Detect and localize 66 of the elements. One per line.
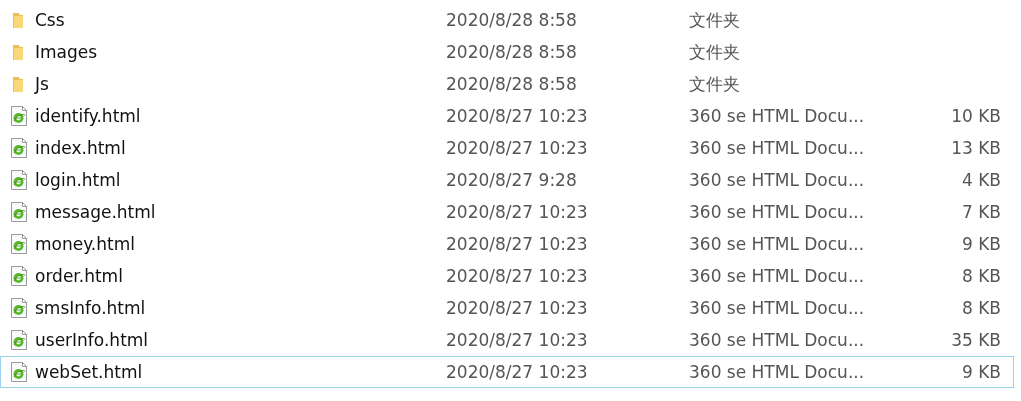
file-row[interactable]: Images 2020/8/28 8:58 文件夹 <box>0 36 1014 68</box>
file-type: 360 se HTML Docu... <box>689 362 865 382</box>
modified-date: 2020/8/27 10:23 <box>446 298 588 318</box>
html-file-icon <box>8 201 30 223</box>
file-type: 360 se HTML Docu... <box>689 330 865 350</box>
file-type: 360 se HTML Docu... <box>689 170 865 190</box>
modified-date: 2020/8/27 10:23 <box>446 266 588 286</box>
html-file-icon <box>8 361 30 383</box>
file-size: 13 KB <box>951 138 1001 158</box>
modified-date: 2020/8/28 8:58 <box>446 74 577 94</box>
file-name[interactable]: Js <box>35 74 49 94</box>
html-file-icon <box>8 297 30 319</box>
file-row[interactable]: smsInfo.html 2020/8/27 10:23 360 se HTML Docu... 8 KB <box>0 292 1014 324</box>
file-size: 9 KB <box>961 362 1001 382</box>
file-row[interactable]: Js 2020/8/28 8:58 文件夹 <box>0 68 1014 100</box>
file-size: 8 KB <box>961 298 1001 318</box>
file-size: 9 KB <box>961 234 1001 254</box>
modified-date: 2020/8/27 10:23 <box>446 330 588 350</box>
file-type: 360 se HTML Docu... <box>689 234 865 254</box>
file-name[interactable]: Images <box>35 42 98 62</box>
file-row[interactable]: message.html 2020/8/27 10:23 360 se HTML Docu... 7 KB <box>0 196 1014 228</box>
file-type: 360 se HTML Docu... <box>689 266 865 286</box>
modified-date: 2020/8/27 10:23 <box>446 106 588 126</box>
modified-date: 2020/8/27 10:23 <box>446 234 588 254</box>
file-row[interactable]: index.html 2020/8/27 10:23 360 se HTML Docu... 13 KB <box>0 132 1014 164</box>
file-name[interactable]: Css <box>35 10 65 30</box>
file-name[interactable]: smsInfo.html <box>35 298 146 318</box>
file-row[interactable]: money.html 2020/8/27 10:23 360 se HTML Docu... 9 KB <box>0 228 1014 260</box>
html-file-icon <box>8 233 30 255</box>
html-file-icon <box>8 137 30 159</box>
file-row[interactable]: webSet.html 2020/8/27 10:23 360 se HTML Docu... 9 KB <box>0 356 1014 388</box>
modified-date: 2020/8/27 9:28 <box>446 170 577 190</box>
file-name[interactable]: login.html <box>35 170 121 190</box>
file-type: 360 se HTML Docu... <box>689 202 865 222</box>
file-type: 文件夹 <box>689 8 740 32</box>
file-size: 35 KB <box>951 330 1001 350</box>
file-name[interactable]: money.html <box>35 234 135 254</box>
file-size: 4 KB <box>961 170 1001 190</box>
file-size: 10 KB <box>951 106 1001 126</box>
file-name[interactable]: identify.html <box>35 106 141 126</box>
file-row[interactable]: identify.html 2020/8/27 10:23 360 se HTML Docu... 10 KB <box>0 100 1014 132</box>
modified-date: 2020/8/27 10:23 <box>446 362 588 382</box>
file-row[interactable]: login.html 2020/8/27 9:28 360 se HTML Docu... 4 KB <box>0 164 1014 196</box>
file-type: 文件夹 <box>689 40 740 64</box>
file-type: 360 se HTML Docu... <box>689 138 865 158</box>
file-row[interactable]: userInfo.html 2020/8/27 10:23 360 se HTML Docu... 35 KB <box>0 324 1014 356</box>
file-type: 360 se HTML Docu... <box>689 298 865 318</box>
html-file-icon <box>8 329 30 351</box>
file-name[interactable]: userInfo.html <box>35 330 149 350</box>
file-name[interactable]: webSet.html <box>35 362 143 382</box>
file-type: 360 se HTML Docu... <box>689 106 865 126</box>
modified-date: 2020/8/28 8:58 <box>446 42 577 62</box>
html-file-icon <box>8 265 30 287</box>
file-row[interactable]: Css 2020/8/28 8:58 文件夹 <box>0 4 1014 36</box>
modified-date: 2020/8/28 8:58 <box>446 10 577 30</box>
modified-date: 2020/8/27 10:23 <box>446 202 588 222</box>
file-row[interactable]: order.html 2020/8/27 10:23 360 se HTML Docu... 8 KB <box>0 260 1014 292</box>
file-name[interactable]: order.html <box>35 266 123 286</box>
file-type: 文件夹 <box>689 72 740 96</box>
modified-date: 2020/8/27 10:23 <box>446 138 588 158</box>
file-size: 7 KB <box>961 202 1001 222</box>
html-file-icon <box>8 105 30 127</box>
file-name[interactable]: index.html <box>35 138 126 158</box>
file-size: 8 KB <box>961 266 1001 286</box>
file-name[interactable]: message.html <box>35 202 156 222</box>
html-file-icon <box>8 169 30 191</box>
